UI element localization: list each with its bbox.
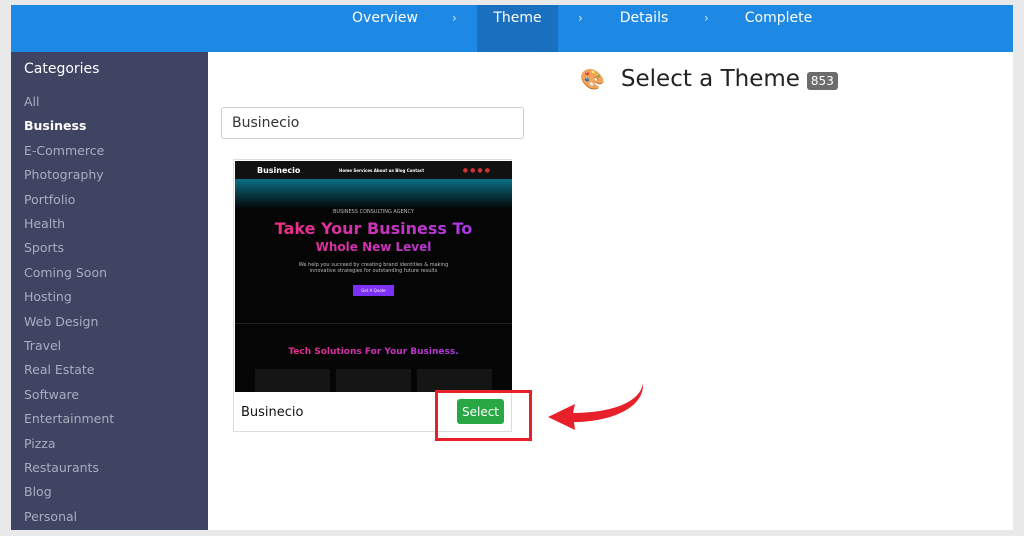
preview-eyebrow: BUSINESS CONSULTING AGENCY <box>333 209 414 215</box>
chevron-right-icon: › <box>578 11 583 25</box>
step-theme[interactable]: Theme <box>477 5 558 52</box>
theme-search-input[interactable] <box>221 107 524 139</box>
preview-menu: Home Services About us Blog Contact <box>339 167 425 173</box>
category-web-design[interactable]: Web Design <box>24 314 98 329</box>
category-blog[interactable]: Blog <box>24 484 52 499</box>
category-all[interactable]: All <box>24 94 40 109</box>
palette-icon: 🎨 <box>580 67 605 91</box>
theme-preview-image: Businecio Home Services About us Blog Con… <box>235 161 512 392</box>
category-hosting[interactable]: Hosting <box>24 289 72 304</box>
preview-button: Get A Quote <box>353 285 394 296</box>
page-title-text: Select a Theme <box>620 66 800 92</box>
category-software[interactable]: Software <box>24 387 79 402</box>
theme-count-badge: 853 <box>806 72 838 90</box>
page-title: 🎨 Select a Theme 853 <box>580 66 838 92</box>
step-details[interactable]: Details <box>611 5 677 52</box>
step-overview[interactable]: Overview <box>341 5 429 52</box>
category-real-estate[interactable]: Real Estate <box>24 362 94 377</box>
categories-sidebar: Categories All Business E-Commerce Photogra… <box>11 52 208 530</box>
wizard-steps: Overview › Theme › Details › Complete <box>11 5 1013 52</box>
category-travel[interactable]: Travel <box>24 338 61 353</box>
category-sports[interactable]: Sports <box>24 240 64 255</box>
theme-name: Businecio <box>241 405 304 420</box>
category-entertainment[interactable]: Entertainment <box>24 411 114 426</box>
chevron-right-icon: › <box>452 11 457 25</box>
arrow-annotation-icon <box>548 383 644 430</box>
social-icons: ● ● ● ● <box>462 166 490 174</box>
category-coming-soon[interactable]: Coming Soon <box>24 265 107 280</box>
preview-text: We help you succeed by creating brand id… <box>298 262 449 274</box>
preview-subheadline: Whole New Level <box>235 240 512 254</box>
category-portfolio[interactable]: Portfolio <box>24 192 75 207</box>
category-pizza[interactable]: Pizza <box>24 436 56 451</box>
sidebar-title: Categories <box>24 61 100 77</box>
category-restaurants[interactable]: Restaurants <box>24 460 99 475</box>
category-health[interactable]: Health <box>24 216 65 231</box>
step-complete[interactable]: Complete <box>736 5 821 52</box>
highlight-box <box>435 390 532 441</box>
chevron-right-icon: › <box>704 11 709 25</box>
category-e-commerce[interactable]: E-Commerce <box>24 143 104 158</box>
main-content: 🎨 Select a Theme 853 Businecio Home Servi… <box>208 52 1013 530</box>
category-personal[interactable]: Personal <box>24 509 77 524</box>
preview-headline: Take Your Business To <box>235 219 512 238</box>
category-business[interactable]: Business <box>24 118 86 133</box>
category-photography[interactable]: Photography <box>24 167 104 182</box>
preview-section-title: Tech Solutions For Your Business. <box>235 347 512 357</box>
preview-logo: Businecio <box>257 165 301 175</box>
